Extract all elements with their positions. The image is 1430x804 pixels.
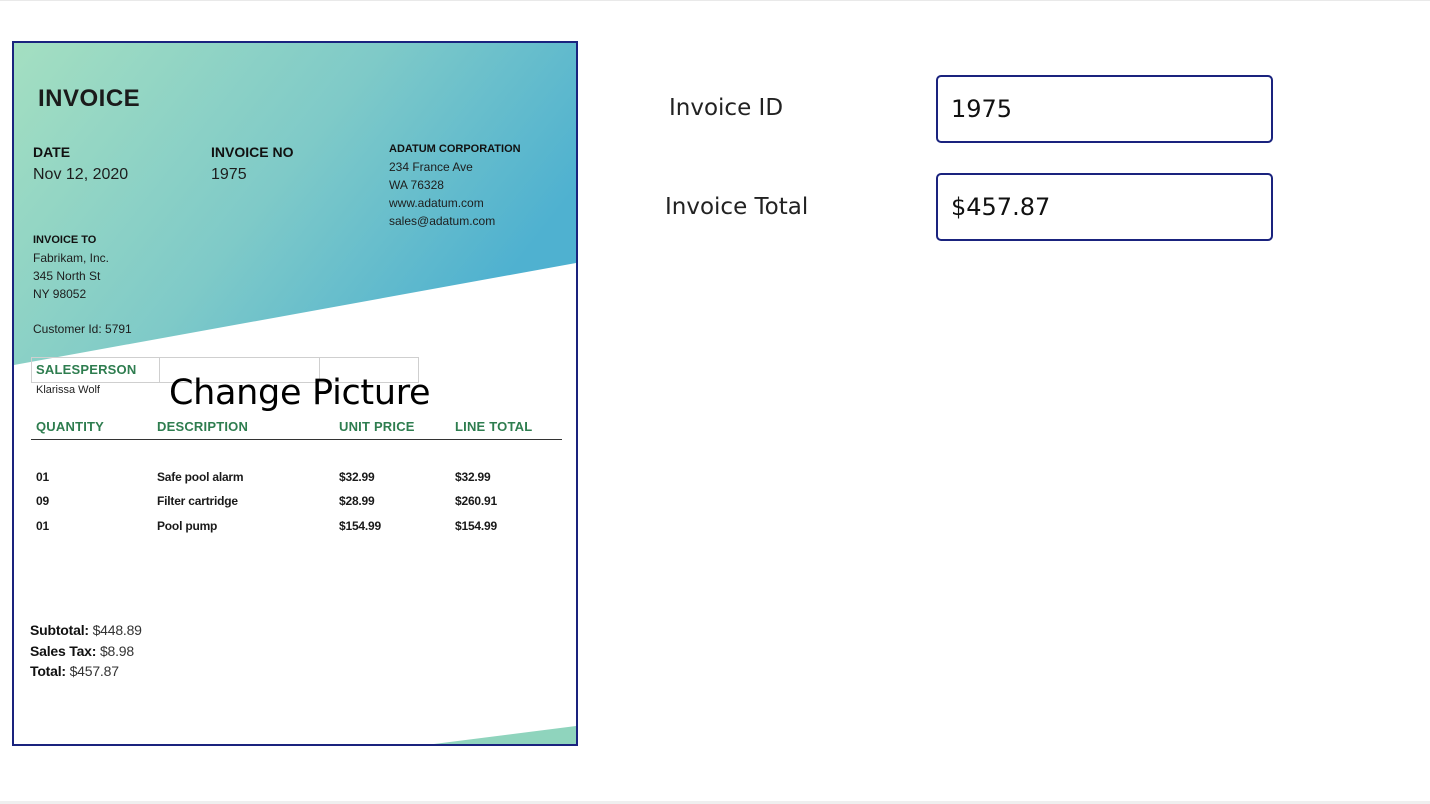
row-2-unit-price: $28.99 <box>339 494 375 508</box>
total-line: Total: $457.87 <box>30 663 119 679</box>
invoice-no-value: 1975 <box>211 166 247 183</box>
invoice-to-address: 345 North St <box>33 269 101 283</box>
company-website: www.adatum.com <box>389 196 484 210</box>
salesperson-value: Klarissa Wolf <box>36 384 100 396</box>
customer-id: Customer Id: 5791 <box>33 322 132 336</box>
top-divider <box>0 0 1430 1</box>
invoice-id-input[interactable] <box>936 75 1273 143</box>
row-3-line-total: $154.99 <box>455 519 497 533</box>
invoice-to-name: Fabrikam, Inc. <box>33 251 110 265</box>
row-2-description: Filter cartridge <box>157 494 238 508</box>
column-unit-price: UNIT PRICE <box>339 419 415 434</box>
tax-label: Sales Tax: <box>30 643 97 659</box>
column-line-total: LINE TOTAL <box>455 419 533 434</box>
app-screen: INVOICE DATE Nov 12, 2020 INVOICE NO 197… <box>0 0 1430 804</box>
row-3-description: Pool pump <box>157 519 218 533</box>
tax-value: $8.98 <box>99 643 134 659</box>
invoice-no-label: INVOICE NO <box>211 144 294 160</box>
invoice-heading: INVOICE <box>38 85 141 112</box>
company-email: sales@adatum.com <box>389 214 496 228</box>
invoice-to-label: INVOICE TO <box>33 234 97 246</box>
total-value: $457.87 <box>69 663 119 679</box>
date-value: Nov 12, 2020 <box>33 166 129 183</box>
subtotal-value: $448.89 <box>92 622 142 638</box>
invoice-image-control[interactable]: INVOICE DATE Nov 12, 2020 INVOICE NO 197… <box>12 41 578 746</box>
row-1-description: Safe pool alarm <box>157 470 244 484</box>
row-2-line-total: $260.91 <box>455 494 497 508</box>
date-label: DATE <box>33 144 71 160</box>
invoice-total-label: Invoice Total <box>665 194 809 220</box>
change-picture-button[interactable]: Change Picture <box>169 373 431 413</box>
subtotal-line: Subtotal: $448.89 <box>30 622 142 638</box>
subtotal-label: Subtotal: <box>30 622 89 638</box>
row-1-line-total: $32.99 <box>455 470 491 484</box>
total-label: Total: <box>30 663 66 679</box>
row-3-unit-price: $154.99 <box>339 519 381 533</box>
invoice-to-city: NY 98052 <box>33 287 87 301</box>
invoice-id-label: Invoice ID <box>669 95 784 121</box>
row-1-unit-price: $32.99 <box>339 470 375 484</box>
company-address: 234 France Ave <box>389 160 473 174</box>
row-2-quantity: 09 <box>36 494 49 508</box>
salesperson-label: SALESPERSON <box>36 362 137 377</box>
tax-line: Sales Tax: $8.98 <box>30 643 134 659</box>
row-3-quantity: 01 <box>36 519 49 533</box>
column-quantity: QUANTITY <box>36 419 105 434</box>
row-1-quantity: 01 <box>36 470 49 484</box>
company-name: ADATUM CORPORATION <box>389 143 521 155</box>
table-header-rule <box>31 439 562 440</box>
column-description: DESCRIPTION <box>157 419 249 434</box>
invoice-total-input[interactable] <box>936 173 1273 241</box>
company-city: WA 76328 <box>389 178 444 192</box>
